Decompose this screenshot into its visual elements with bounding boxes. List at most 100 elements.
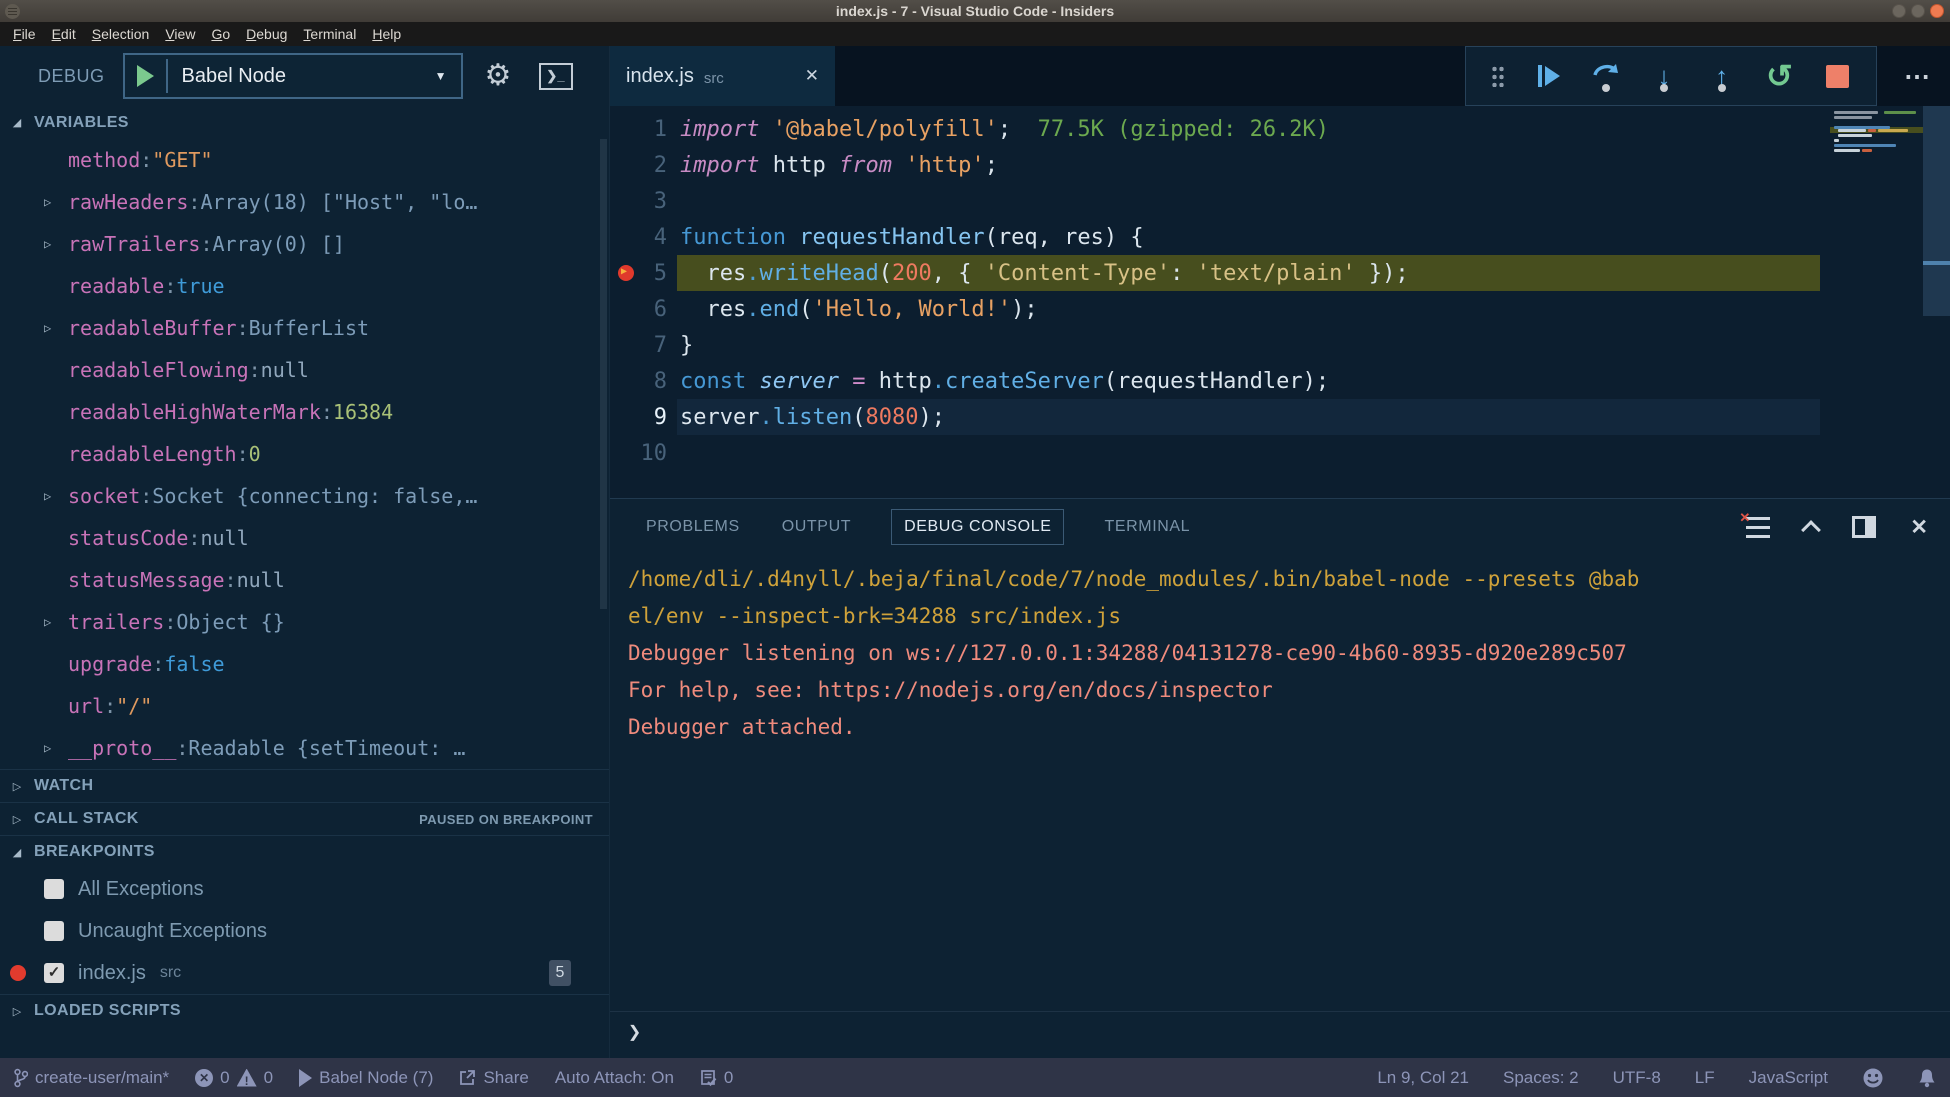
- minimap[interactable]: [1830, 106, 1923, 498]
- watch-section-header[interactable]: ▷ WATCH: [0, 769, 609, 802]
- breakpoint-item[interactable]: ✓index.jssrc5: [0, 952, 609, 994]
- auto-attach-item[interactable]: Auto Attach: On: [555, 1068, 674, 1088]
- continue-icon[interactable]: [1535, 60, 1563, 92]
- variable-row[interactable]: ▷readableBuffer: BufferList: [0, 307, 609, 349]
- variable-row[interactable]: statusMessage: null: [0, 559, 609, 601]
- stop-icon[interactable]: [1823, 60, 1851, 92]
- panel-tab-debug-console[interactable]: DEBUG CONSOLE: [891, 509, 1064, 545]
- step-over-icon[interactable]: [1592, 60, 1620, 92]
- scrollbar-thumb[interactable]: [1923, 106, 1950, 316]
- variable-row[interactable]: ▷rawHeaders: Array(18) ["Host", "lo…: [0, 181, 609, 223]
- menu-item-help[interactable]: Help: [365, 24, 408, 44]
- panel-position-icon[interactable]: [1852, 516, 1876, 538]
- call-stack-section-header[interactable]: ▷ CALL STACK PAUSED ON BREAKPOINT: [0, 802, 609, 835]
- start-debug-icon[interactable]: [137, 65, 154, 87]
- checklist-item[interactable]: 0: [700, 1068, 733, 1088]
- launch-config-dropdown[interactable]: Babel Node ▼: [123, 53, 463, 99]
- code-editor[interactable]: 1import '@babel/polyfill'; 77.5K (gzippe…: [610, 106, 1950, 498]
- breakpoints-section-header[interactable]: ◢ BREAKPOINTS: [0, 835, 609, 868]
- menu-item-file[interactable]: File: [6, 24, 43, 44]
- indentation-item[interactable]: Spaces: 2: [1503, 1068, 1579, 1088]
- git-branch-item[interactable]: create-user/main*: [14, 1068, 169, 1088]
- panel-tab-terminal[interactable]: TERMINAL: [1102, 510, 1192, 544]
- code-line[interactable]: 8const server = http.createServer(reques…: [610, 363, 1830, 399]
- menu-item-debug[interactable]: Debug: [239, 24, 294, 44]
- variable-row[interactable]: ▷__proto__: Readable {setTimeout: …: [0, 727, 609, 769]
- code-line[interactable]: 9server.listen(8080);: [610, 399, 1830, 435]
- toolbar-grip-icon[interactable]: [1491, 65, 1505, 87]
- menu-item-edit[interactable]: Edit: [45, 24, 83, 44]
- paused-breakpoint-icon[interactable]: [618, 265, 634, 281]
- variable-row[interactable]: ▷rawTrailers: Array(0) []: [0, 223, 609, 265]
- variable-row[interactable]: url: "/": [0, 685, 609, 727]
- feedback-item[interactable]: [1862, 1067, 1884, 1089]
- variable-row[interactable]: ▷trailers: Object {}: [0, 601, 609, 643]
- debug-console-input[interactable]: ❯: [610, 1011, 1950, 1058]
- variable-row[interactable]: readableFlowing: null: [0, 349, 609, 391]
- menu-item-go[interactable]: Go: [204, 24, 237, 44]
- line-number[interactable]: 9: [610, 405, 667, 430]
- cursor-position-item[interactable]: Ln 9, Col 21: [1377, 1068, 1469, 1088]
- panel-tab-problems[interactable]: PROBLEMS: [644, 510, 742, 544]
- code-line[interactable]: 6 res.end('Hello, World!');: [610, 291, 1830, 327]
- encoding-item[interactable]: UTF-8: [1613, 1068, 1661, 1088]
- notifications-item[interactable]: [1918, 1068, 1936, 1088]
- minimize-button[interactable]: [1892, 4, 1906, 18]
- twistie-expanded-icon: ◢: [0, 116, 34, 129]
- maximize-button[interactable]: [1911, 4, 1925, 18]
- variable-row[interactable]: statusCode: null: [0, 517, 609, 559]
- code-line[interactable]: 4function requestHandler(req, res) {: [610, 219, 1830, 255]
- close-button[interactable]: [1930, 4, 1944, 18]
- code-line[interactable]: 5 res.writeHead(200, { 'Content-Type': '…: [610, 255, 1830, 291]
- menu-item-terminal[interactable]: Terminal: [296, 24, 363, 44]
- problems-item[interactable]: ✕ 0 ! 0: [195, 1068, 273, 1088]
- line-number[interactable]: 10: [610, 441, 667, 466]
- code-line[interactable]: 10: [610, 435, 1830, 471]
- panel-tab-output[interactable]: OUTPUT: [780, 510, 853, 544]
- variable-row[interactable]: ▷socket: Socket {connecting: false,…: [0, 475, 609, 517]
- variable-row[interactable]: readableHighWaterMark: 16384: [0, 391, 609, 433]
- share-item[interactable]: Share: [459, 1068, 528, 1088]
- code-line[interactable]: 2import http from 'http';: [610, 147, 1830, 183]
- line-number[interactable]: 2: [610, 153, 667, 178]
- breakpoint-item[interactable]: All Exceptions: [0, 868, 609, 910]
- maximize-panel-icon[interactable]: [1801, 520, 1821, 540]
- line-number[interactable]: 4: [610, 225, 667, 250]
- line-number[interactable]: 6: [610, 297, 667, 322]
- restart-icon[interactable]: ↺: [1765, 60, 1793, 92]
- breakpoint-checkbox[interactable]: [44, 921, 64, 941]
- close-panel-icon[interactable]: ✕: [1910, 515, 1928, 540]
- breakpoint-checkbox[interactable]: [44, 879, 64, 899]
- open-console-icon[interactable]: ❯_: [539, 63, 573, 90]
- code-line[interactable]: 3: [610, 183, 1830, 219]
- clear-console-icon[interactable]: [1746, 517, 1770, 538]
- tab-index-js[interactable]: index.js src ✕: [610, 46, 835, 106]
- language-item[interactable]: JavaScript: [1749, 1068, 1828, 1088]
- debug-status-item[interactable]: Babel Node (7): [299, 1068, 433, 1088]
- eol-item[interactable]: LF: [1695, 1068, 1715, 1088]
- line-number[interactable]: 3: [610, 189, 667, 214]
- line-number[interactable]: 7: [610, 333, 667, 358]
- variables-scrollbar[interactable]: [600, 139, 607, 609]
- line-number[interactable]: 1: [610, 117, 667, 142]
- variable-row[interactable]: readable: true: [0, 265, 609, 307]
- loaded-scripts-section-header[interactable]: ▷ LOADED SCRIPTS: [0, 994, 609, 1027]
- breakpoint-checkbox[interactable]: ✓: [44, 963, 64, 983]
- gear-icon[interactable]: ⚙: [485, 61, 512, 91]
- tab-close-icon[interactable]: ✕: [805, 66, 819, 86]
- variable-row[interactable]: readableLength: 0: [0, 433, 609, 475]
- editor-scrollbar[interactable]: [1923, 106, 1950, 498]
- variable-row[interactable]: method: "GET": [0, 139, 609, 181]
- menu-item-selection[interactable]: Selection: [85, 24, 157, 44]
- more-actions-icon[interactable]: ⋯: [1904, 46, 1932, 106]
- variable-name: method: [68, 148, 140, 172]
- step-out-icon[interactable]: ↑: [1708, 60, 1736, 92]
- breakpoint-item[interactable]: Uncaught Exceptions: [0, 910, 609, 952]
- code-line[interactable]: 7}: [610, 327, 1830, 363]
- variable-row[interactable]: upgrade: false: [0, 643, 609, 685]
- variables-section-header[interactable]: ◢ VARIABLES: [0, 106, 609, 139]
- menu-item-view[interactable]: View: [158, 24, 202, 44]
- code-line[interactable]: 1import '@babel/polyfill'; 77.5K (gzippe…: [610, 111, 1830, 147]
- step-into-icon[interactable]: ↓: [1650, 60, 1678, 92]
- line-number[interactable]: 8: [610, 369, 667, 394]
